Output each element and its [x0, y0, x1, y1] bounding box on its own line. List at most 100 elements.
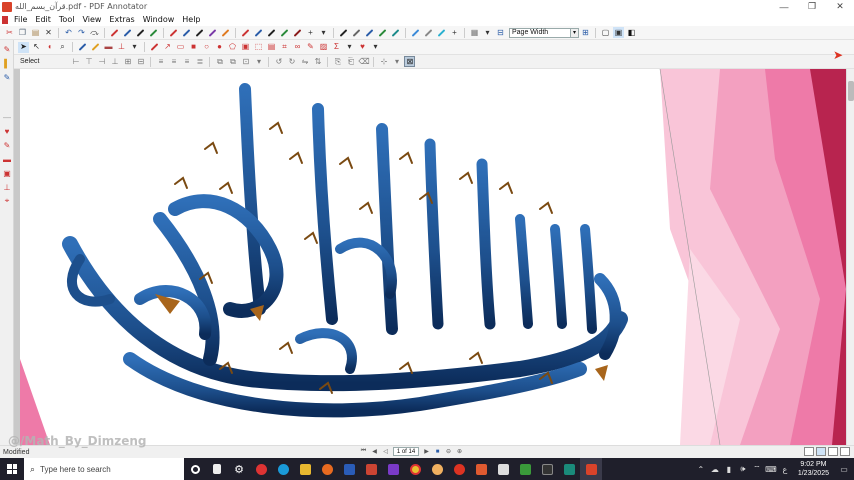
flip-icon[interactable]: ⇋: [299, 56, 310, 67]
screenshot-icon[interactable]: [492, 458, 514, 480]
page-layout-icon[interactable]: ▦: [469, 27, 480, 38]
menu-tool[interactable]: Tool: [55, 15, 79, 24]
terminal-icon[interactable]: [536, 458, 558, 480]
dropdown-icon[interactable]: ▾: [253, 56, 264, 67]
pencil-tool-icon[interactable]: ✎: [305, 42, 316, 53]
menu-view[interactable]: View: [78, 15, 105, 24]
paste-icon[interactable]: ▤: [30, 27, 41, 38]
notes-app-icon[interactable]: [470, 458, 492, 480]
callout-tool-icon[interactable]: ⬚: [253, 42, 264, 53]
pen-blue-icon[interactable]: ✎: [2, 72, 12, 82]
clear-format-icon[interactable]: ⌫: [358, 56, 369, 67]
text-align-right-icon[interactable]: ≡: [181, 56, 192, 67]
mirror-icon[interactable]: ⇅: [312, 56, 323, 67]
dropdown-icon[interactable]: ▾: [318, 27, 329, 38]
chrome-color-icon[interactable]: [250, 458, 272, 480]
pen-darkred-icon[interactable]: [292, 27, 303, 38]
dropdown-icon[interactable]: ▾: [370, 42, 381, 53]
paint-icon[interactable]: [426, 458, 448, 480]
snap-icon[interactable]: ⊹: [378, 56, 389, 67]
battery-icon[interactable]: ▮: [723, 463, 735, 475]
start-button[interactable]: [0, 458, 24, 480]
zoom-out-icon[interactable]: ⊟: [495, 27, 506, 38]
prev-view-icon[interactable]: ◁: [381, 447, 390, 456]
view-facing-continuous-icon[interactable]: [840, 447, 850, 456]
close-button[interactable]: ✕: [826, 0, 854, 13]
rotate-right-icon[interactable]: ↻: [286, 56, 297, 67]
crop-tool-icon[interactable]: ⌗: [279, 42, 290, 53]
select-arrow-icon[interactable]: ➤: [18, 41, 29, 53]
pen-green-icon[interactable]: [377, 27, 388, 38]
media-app-icon[interactable]: [382, 458, 404, 480]
eraser-icon[interactable]: ▬: [103, 42, 114, 53]
ellipse-tool-icon[interactable]: ○: [201, 42, 212, 53]
marker-tool-icon[interactable]: [90, 42, 101, 53]
add-page-icon[interactable]: ■: [433, 447, 442, 456]
keyboard-icon[interactable]: ⌨: [765, 463, 777, 475]
document-viewport[interactable]: [14, 69, 846, 445]
scrollbar-thumb[interactable]: [848, 81, 854, 101]
properties-icon[interactable]: ⊠: [404, 56, 416, 67]
line-tool-icon[interactable]: [149, 42, 160, 53]
text-align-center-icon[interactable]: ≡: [168, 56, 179, 67]
filled-ellipse-icon[interactable]: ●: [214, 42, 225, 53]
dropdown-icon[interactable]: ▾: [129, 42, 140, 53]
highlighter-icon[interactable]: ▌: [2, 58, 12, 68]
magnifier-icon[interactable]: ⌕: [57, 42, 68, 53]
pen-black-icon[interactable]: [135, 27, 146, 38]
pen-purple-icon[interactable]: [207, 27, 218, 38]
rotate-left-icon[interactable]: ↺: [273, 56, 284, 67]
copy-format-icon[interactable]: ⎘: [332, 56, 343, 67]
pen-blue-icon[interactable]: [122, 27, 133, 38]
align-right-icon[interactable]: ⊣: [96, 56, 107, 67]
editor-app-icon[interactable]: [360, 458, 382, 480]
heart-icon[interactable]: ♥: [2, 126, 12, 136]
fullscreen-icon[interactable]: ◧: [626, 27, 637, 38]
menu-help[interactable]: Help: [178, 15, 204, 24]
pdf-annotator-taskbar-icon[interactable]: [580, 458, 602, 480]
cut-icon[interactable]: ✂: [4, 27, 15, 38]
pen-tool-icon[interactable]: [77, 42, 88, 53]
dropdown-icon[interactable]: ▾: [482, 27, 493, 38]
plus-icon[interactable]: +: [449, 27, 460, 38]
pen-gray-icon[interactable]: [351, 27, 362, 38]
rectangle-tool-icon[interactable]: ▭: [175, 42, 186, 53]
menu-file[interactable]: File: [10, 15, 31, 24]
align-left-icon[interactable]: ⊢: [70, 56, 81, 67]
textbox-tool-icon[interactable]: ▣: [240, 42, 251, 53]
group-icon[interactable]: ⊞: [122, 56, 133, 67]
delete-icon[interactable]: ✕: [43, 27, 54, 38]
distribute-icon[interactable]: ⊥: [109, 56, 120, 67]
firefox-icon[interactable]: [316, 458, 338, 480]
image-tool-icon[interactable]: ▨: [318, 42, 329, 53]
single-page-icon[interactable]: ▢: [600, 27, 611, 38]
menu-extras[interactable]: Extras: [105, 15, 138, 24]
zoom-select[interactable]: Page Width: [509, 27, 571, 38]
menu-window[interactable]: Window: [139, 15, 179, 24]
pen-teal-icon[interactable]: [390, 27, 401, 38]
textbox-icon[interactable]: ▣: [2, 168, 12, 178]
lock-icon[interactable]: ⊡: [240, 56, 251, 67]
plus-icon[interactable]: +: [305, 27, 316, 38]
vertical-scrollbar[interactable]: [846, 69, 854, 445]
stamp-icon[interactable]: ⊥: [116, 42, 127, 53]
pen-black-icon[interactable]: [338, 27, 349, 38]
pen-red-icon[interactable]: ✎: [2, 44, 12, 54]
taskbar-search-box[interactable]: ⌕ Type here to search: [24, 458, 184, 480]
fit-width-icon[interactable]: ▣: [613, 27, 624, 38]
language-icon[interactable]: ع: [779, 463, 791, 475]
taskbar-clock[interactable]: 9:02 PM 1/23/2025: [798, 460, 829, 478]
dropdown-icon[interactable]: ▾: [391, 56, 402, 67]
zoom-dropdown-icon[interactable]: ▾: [571, 27, 579, 38]
text-align-left-icon[interactable]: ≡: [155, 56, 166, 67]
ungroup-icon[interactable]: ⊟: [135, 56, 146, 67]
menu-edit[interactable]: Edit: [31, 15, 55, 24]
pen-black-icon[interactable]: [266, 27, 277, 38]
paste-format-icon[interactable]: ⎗: [345, 56, 356, 67]
prev-page-icon[interactable]: ◀: [370, 447, 379, 456]
pen-red-icon[interactable]: [168, 27, 179, 38]
dropdown-icon[interactable]: ▾: [344, 42, 355, 53]
first-page-icon[interactable]: ⏮: [359, 447, 368, 456]
forward-icon[interactable]: ⊕: [455, 447, 464, 456]
redo-icon[interactable]: ↷: [76, 27, 87, 38]
